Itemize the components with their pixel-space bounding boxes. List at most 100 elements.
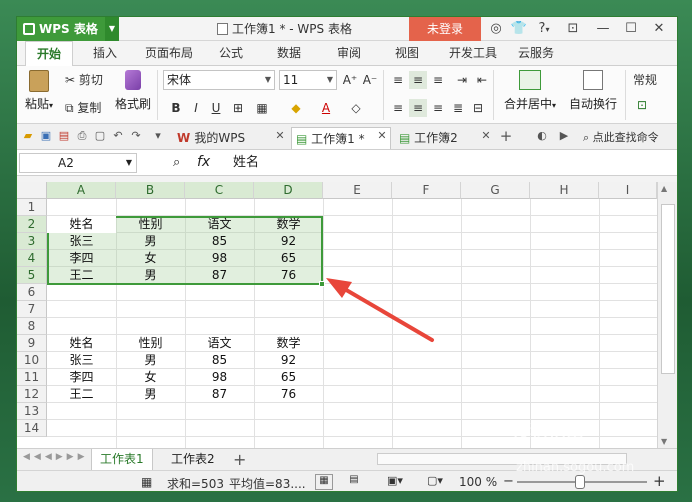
tab-insert[interactable]: 插入 — [83, 41, 127, 66]
app-menu-button[interactable]: WPS 表格 ▼ — [17, 17, 119, 41]
skin-icon[interactable]: ◎ — [487, 17, 505, 41]
tab-my-wps[interactable]: W 我的WPS — [173, 127, 265, 149]
align-bottom-icon[interactable]: ≡ — [429, 71, 447, 89]
cell-fill-icon[interactable]: ▦ — [253, 99, 271, 117]
row-header[interactable]: 14 — [17, 420, 47, 437]
merge-center-button[interactable]: 合并居中▾ — [499, 70, 561, 112]
scroll-down-icon[interactable]: ▼ — [661, 437, 667, 446]
table-cell[interactable]: 姓名 — [47, 216, 116, 233]
font-size-select[interactable]: 11 ▼ — [279, 70, 337, 90]
row-header[interactable]: 7 — [17, 301, 47, 318]
share-icon[interactable]: ▶ — [557, 129, 571, 143]
eye-protection-icon[interactable]: ▢▾ — [427, 474, 443, 487]
borders-icon[interactable]: ⊞ — [229, 99, 247, 117]
select-all-corner[interactable] — [17, 182, 47, 199]
tab-data[interactable]: 数据 — [267, 41, 311, 66]
underline-button[interactable]: U — [207, 99, 225, 117]
zoom-slider-thumb[interactable] — [575, 475, 585, 489]
tab-view[interactable]: 视图 — [385, 41, 429, 66]
table-cell[interactable]: 李四 — [47, 250, 116, 267]
shirt-icon[interactable]: 👕 — [507, 17, 531, 41]
table-cell[interactable]: 87 — [185, 267, 254, 284]
table-cell[interactable]: 65 — [254, 369, 323, 386]
sheet-tab-1[interactable]: 工作表1 — [91, 449, 153, 470]
row-header[interactable]: 2 — [17, 216, 47, 233]
indent-icon[interactable]: ⇥ — [453, 71, 471, 89]
column-header[interactable]: E — [323, 182, 392, 199]
font-color-icon[interactable]: A — [317, 99, 335, 117]
tab-formulas[interactable]: 公式 — [209, 41, 253, 66]
table-cell[interactable]: 性别 — [116, 335, 185, 352]
table-cell[interactable]: 男 — [116, 267, 185, 284]
print-icon[interactable]: ⎙ — [75, 129, 89, 143]
redo-icon[interactable]: ↷ — [129, 129, 143, 143]
table-cell[interactable]: 98 — [185, 250, 254, 267]
table-cell[interactable]: 数学 — [254, 216, 323, 233]
table-cell[interactable]: 男 — [116, 233, 185, 250]
align-left-icon[interactable]: ≡ — [389, 99, 407, 117]
outdent-icon[interactable]: ⇤ — [473, 71, 491, 89]
column-header[interactable]: H — [530, 182, 599, 199]
tab-developer[interactable]: 开发工具 — [443, 41, 503, 66]
font-family-select[interactable]: 宋体 ▼ — [163, 70, 275, 90]
table-cell[interactable]: 性别 — [116, 216, 185, 233]
print-preview-icon[interactable]: ▢ — [93, 129, 107, 143]
table-cell[interactable]: 语文 — [185, 216, 254, 233]
table-cell[interactable]: 张三 — [47, 233, 116, 250]
tab-review[interactable]: 审阅 — [327, 41, 371, 66]
paste-button[interactable]: 粘贴▾ — [21, 70, 57, 112]
column-header[interactable]: D — [254, 182, 323, 199]
cut-button[interactable]: ✂ 剪切 — [65, 72, 103, 88]
zoom-out-icon[interactable]: − — [503, 474, 514, 489]
align-right-icon[interactable]: ≡ — [429, 99, 447, 117]
distribute-icon[interactable]: ⊟ — [469, 99, 487, 117]
align-center-icon[interactable]: ≡ — [409, 99, 427, 117]
formula-input[interactable]: 姓名 — [233, 153, 259, 173]
function-button[interactable]: fx — [197, 154, 210, 170]
normal-view-icon[interactable]: ▦ — [315, 474, 333, 490]
close-icon[interactable]: ✕ — [273, 129, 287, 143]
table-cell[interactable]: 姓名 — [47, 335, 116, 352]
new-tab-icon[interactable]: + — [499, 129, 513, 144]
column-header[interactable]: G — [461, 182, 530, 199]
column-header[interactable]: F — [392, 182, 461, 199]
table-cell[interactable]: 语文 — [185, 335, 254, 352]
minimize-icon[interactable]: — — [593, 17, 613, 41]
decrease-font-icon[interactable]: A⁻ — [361, 71, 379, 89]
add-sheet-button[interactable]: + — [225, 449, 254, 470]
align-middle-icon[interactable]: ≡ — [409, 71, 427, 89]
table-cell[interactable]: 李四 — [47, 369, 116, 386]
clear-format-icon[interactable]: ◇ — [347, 99, 365, 117]
page-layout-icon[interactable]: ▣▾ — [387, 474, 403, 487]
align-top-icon[interactable]: ≡ — [389, 71, 407, 89]
table-cell[interactable]: 女 — [116, 250, 185, 267]
bold-button[interactable]: B — [167, 99, 185, 117]
wrap-text-button[interactable]: 自动换行 — [565, 70, 621, 112]
sync-icon[interactable]: ◐ — [535, 129, 549, 143]
column-header[interactable]: I — [599, 182, 657, 199]
row-header[interactable]: 5 — [17, 267, 47, 284]
row-header[interactable]: 10 — [17, 352, 47, 369]
row-header[interactable]: 12 — [17, 386, 47, 403]
row-header[interactable]: 1 — [17, 199, 47, 216]
help-button[interactable]: ?▾ — [533, 17, 555, 42]
table-cell[interactable]: 女 — [116, 369, 185, 386]
vertical-scrollbar[interactable]: ▲ ▼ — [657, 182, 677, 448]
table-cell[interactable]: 王二 — [47, 386, 116, 403]
save-icon[interactable]: ▣ — [39, 129, 53, 143]
scrollbar-thumb[interactable] — [661, 204, 675, 374]
copy-button[interactable]: ⧉ 复制 — [65, 100, 101, 116]
row-header[interactable]: 13 — [17, 403, 47, 420]
zoom-in-icon[interactable]: + — [653, 472, 666, 490]
restore-window-icon[interactable]: ⊡ — [563, 17, 583, 41]
tab-page-layout[interactable]: 页面布局 — [139, 41, 199, 66]
row-header[interactable]: 11 — [17, 369, 47, 386]
row-header[interactable]: 3 — [17, 233, 47, 250]
row-header[interactable]: 8 — [17, 318, 47, 335]
tab-home[interactable]: 开始 — [25, 41, 73, 67]
table-cell[interactable]: 张三 — [47, 352, 116, 369]
close-icon[interactable]: ✕ — [375, 129, 389, 143]
undo-icon[interactable]: ↶ — [111, 129, 125, 143]
table-cell[interactable]: 王二 — [47, 267, 116, 284]
close-icon[interactable]: ✕ — [479, 129, 493, 143]
